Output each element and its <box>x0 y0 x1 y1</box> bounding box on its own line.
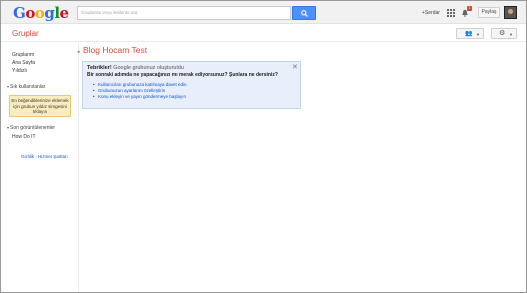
logo-letter: o <box>25 4 35 22</box>
logo-letter: e <box>59 4 70 22</box>
search-input[interactable]: Gruplarda veya iletilerde ara <box>77 6 291 20</box>
top-bar: Google Gruplarda veya iletilerde ara +Se… <box>1 1 526 24</box>
settings-button[interactable]: ⚙ ▼ <box>491 28 517 39</box>
page-title[interactable]: Gruplar <box>12 29 39 38</box>
sidebar-item-my-groups[interactable]: Gruplarım <box>12 52 34 58</box>
next-steps-list: Kullanıcıları grubunuza katılmaya davet … <box>93 82 187 100</box>
next-steps-question: Bir sonraki adımda ne yapacağınızı mı me… <box>87 72 278 78</box>
user-profile-link[interactable]: +Serdar <box>422 10 440 16</box>
notification-count-badge[interactable]: 1 <box>467 6 472 11</box>
recent-heading[interactable]: ▾Son görüntülenenler <box>7 125 55 131</box>
add-topic-link[interactable]: Konu ekleyin ve yayın göndermeye başlayı… <box>93 94 187 100</box>
person-add-icon: 👥 <box>465 31 473 37</box>
triangle-down-icon: ▾ <box>7 125 10 130</box>
logo-letter: o <box>34 4 45 22</box>
favorites-heading[interactable]: ▾Sık kullanılanlar <box>7 84 45 90</box>
close-icon[interactable]: ✕ <box>292 63 298 71</box>
avatar[interactable] <box>504 6 517 19</box>
group-created-text: Google grubunuz oluşturuldu <box>113 65 184 71</box>
chevron-down-icon: ▼ <box>476 32 480 37</box>
welcome-panel: Tebrikler! Google grubunuz oluşturuldu B… <box>82 61 301 109</box>
gear-icon: ⚙ <box>499 30 506 37</box>
recent-heading-label: Son görüntülenenler <box>10 125 56 131</box>
share-button[interactable]: Paylaş <box>478 7 500 18</box>
members-button[interactable]: 👥 ▼ <box>456 28 484 39</box>
sidebar: Gruplarım Ana Sayfa Yıldızlı ▾Sık kullan… <box>1 43 80 292</box>
google-logo[interactable]: Google <box>13 4 69 22</box>
collapse-sidebar-icon[interactable]: ◂ <box>77 49 80 55</box>
triangle-down-icon: ▾ <box>7 84 10 89</box>
sidebar-item-recent-group[interactable]: How Do IT <box>12 134 36 140</box>
app-header: Gruplar 👥 ▼ ⚙ ▼ <box>1 25 526 42</box>
congrats-text: Tebrikler! <box>87 65 112 71</box>
logo-letter: g <box>44 4 55 22</box>
apps-grid-icon[interactable] <box>447 9 455 17</box>
privacy-terms-link[interactable]: Gizlilik - Hizmet Şartları <box>21 154 68 159</box>
group-title[interactable]: Blog Hocam Test <box>83 45 147 55</box>
favorites-hint: En beğendiklerinize eklemek için grubun … <box>9 95 71 117</box>
welcome-header: Tebrikler! Google grubunuz oluşturuldu <box>87 65 184 71</box>
chevron-down-icon: ▼ <box>509 32 513 37</box>
search-button[interactable] <box>292 6 316 20</box>
window-frame <box>0 0 527 293</box>
sidebar-item-home[interactable]: Ana Sayfa <box>12 60 35 66</box>
favorites-heading-label: Sık kullanılanlar <box>10 84 46 90</box>
logo-letter: G <box>13 4 26 22</box>
sidebar-item-starred[interactable]: Yıldızlı <box>12 68 27 74</box>
search-icon <box>301 10 308 17</box>
